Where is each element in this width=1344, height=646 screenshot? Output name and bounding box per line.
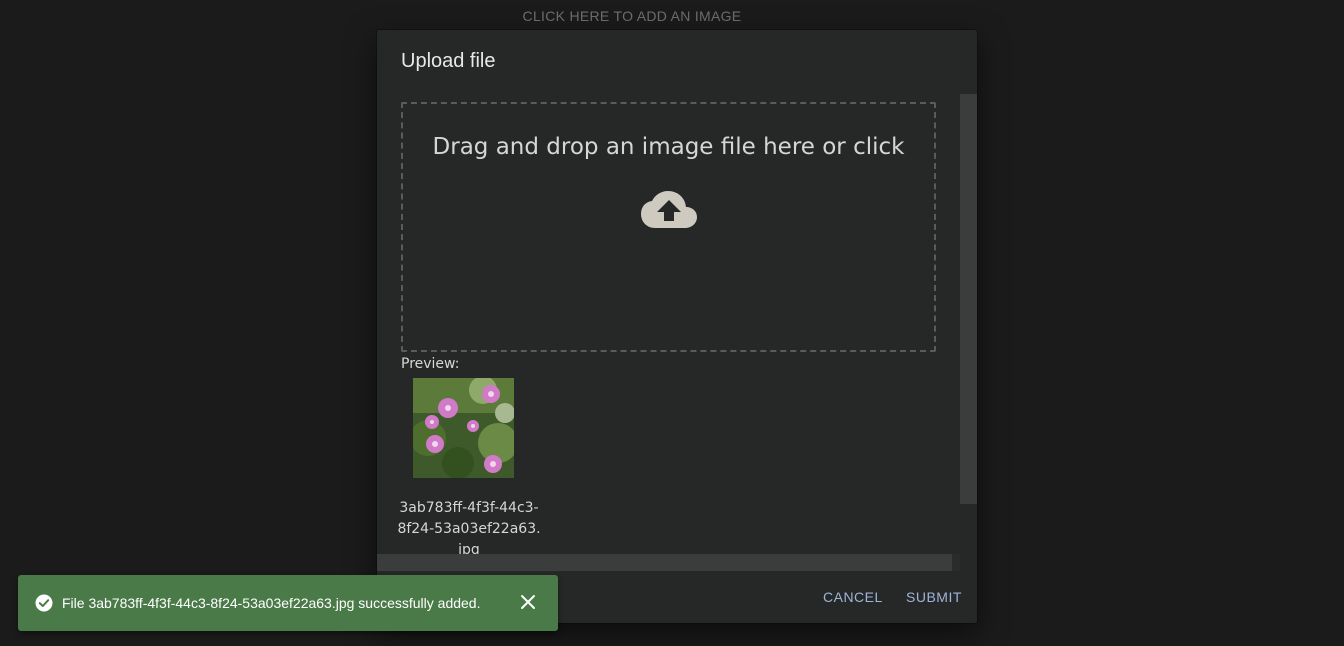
success-snackbar: File 3ab783ff-4f3f-44c3-8f24-53a03ef22a6… xyxy=(18,575,558,631)
vertical-scrollbar-thumb[interactable] xyxy=(960,94,977,504)
vertical-scrollbar[interactable] xyxy=(960,94,977,554)
upload-dialog: Upload file Drag and drop an image file … xyxy=(377,30,977,623)
preview-filename: 3ab783ff-4f3f-44c3-8f24-53a03ef22a63.jpg xyxy=(397,500,541,554)
snackbar-message: File 3ab783ff-4f3f-44c3-8f24-53a03ef22a6… xyxy=(62,595,481,611)
dropzone[interactable]: Drag and drop an image file here or clic… xyxy=(401,102,936,352)
dropzone-text: Drag and drop an image file here or clic… xyxy=(432,134,905,160)
submit-button[interactable]: SUBMIT xyxy=(900,585,968,609)
dialog-content: Drag and drop an image file here or clic… xyxy=(377,94,960,554)
dialog-title: Upload file xyxy=(401,50,496,72)
cloud-upload-icon xyxy=(641,191,697,228)
preview-label: Preview: xyxy=(401,356,460,372)
check-circle-icon xyxy=(35,594,53,612)
preview-image[interactable] xyxy=(413,378,514,478)
add-image-link[interactable]: CLICK HERE TO ADD AN IMAGE xyxy=(0,8,1264,24)
cancel-button[interactable]: CANCEL xyxy=(817,585,889,609)
close-icon[interactable] xyxy=(518,592,538,612)
horizontal-scrollbar[interactable] xyxy=(377,554,960,571)
horizontal-scrollbar-thumb[interactable] xyxy=(377,554,952,571)
